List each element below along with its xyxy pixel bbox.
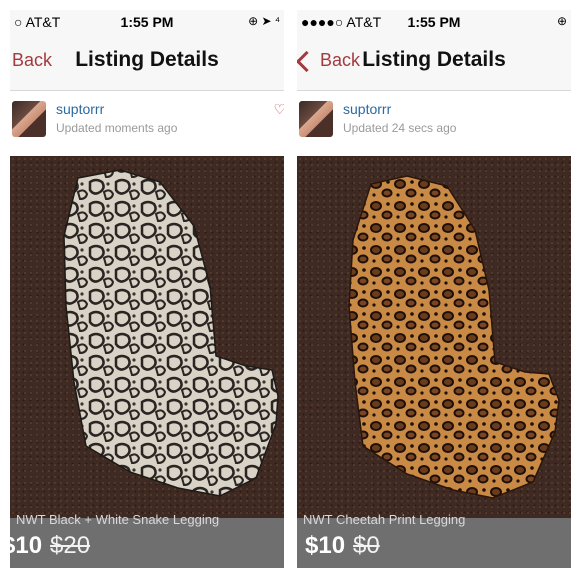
price-bar: NWT Cheetah Print Legging $10 $0 xyxy=(297,512,571,568)
listing-title: NWT Black + White Snake Legging xyxy=(16,512,220,527)
listing-photo[interactable] xyxy=(10,156,284,518)
avatar[interactable] xyxy=(299,101,333,137)
current-price: $10 xyxy=(305,532,346,559)
clock: 1:55 PM xyxy=(407,14,461,30)
page-title: Listing Details xyxy=(75,48,219,71)
current-price: $10 xyxy=(10,532,43,559)
listing-panel-left: ○ AT&T 1:55 PM ⊕ ➤ ⁴ Back Listing Detail… xyxy=(10,10,284,568)
price: $10 $0 xyxy=(305,532,380,560)
page-title: Listing Details xyxy=(362,48,506,71)
listing-photo[interactable] xyxy=(297,156,571,518)
updated-time: Updated moments ago xyxy=(56,121,178,135)
price: $10 $20 xyxy=(10,532,90,560)
navigation-bar: Back Listing Details xyxy=(10,34,284,91)
snake-legging-image xyxy=(63,169,279,497)
status-icons: ⊕ ➤ ⁴ xyxy=(248,14,280,28)
price-bar: NWT Black + White Snake Legging $10 $20 xyxy=(10,512,284,568)
status-icons: ⊕ xyxy=(556,14,567,28)
navigation-bar: Back Listing Details xyxy=(297,34,571,91)
listing-panel-right: ●●●●○ AT&T 1:55 PM ⊕ Back Listing Detail… xyxy=(297,10,571,568)
status-bar: ○ AT&T 1:55 PM ⊕ ➤ ⁴ xyxy=(10,10,284,34)
updated-time: Updated 24 secs ago xyxy=(343,121,457,135)
seller-name[interactable]: suptorrr xyxy=(343,101,391,117)
clock: 1:55 PM xyxy=(120,14,174,30)
avatar[interactable] xyxy=(12,101,46,137)
seller-row[interactable]: suptorrr Updated moments ago ♡ xyxy=(10,91,284,155)
original-price: $0 xyxy=(353,532,380,559)
cheetah-legging-image xyxy=(348,175,560,499)
heart-icon[interactable]: ♡ xyxy=(273,101,284,118)
seller-name[interactable]: suptorrr xyxy=(56,101,104,117)
listing-title: NWT Cheetah Print Legging xyxy=(303,512,466,527)
status-bar: ●●●●○ AT&T 1:55 PM ⊕ xyxy=(297,10,571,34)
original-price: $20 xyxy=(50,532,91,559)
seller-row[interactable]: suptorrr Updated 24 secs ago xyxy=(297,91,571,155)
